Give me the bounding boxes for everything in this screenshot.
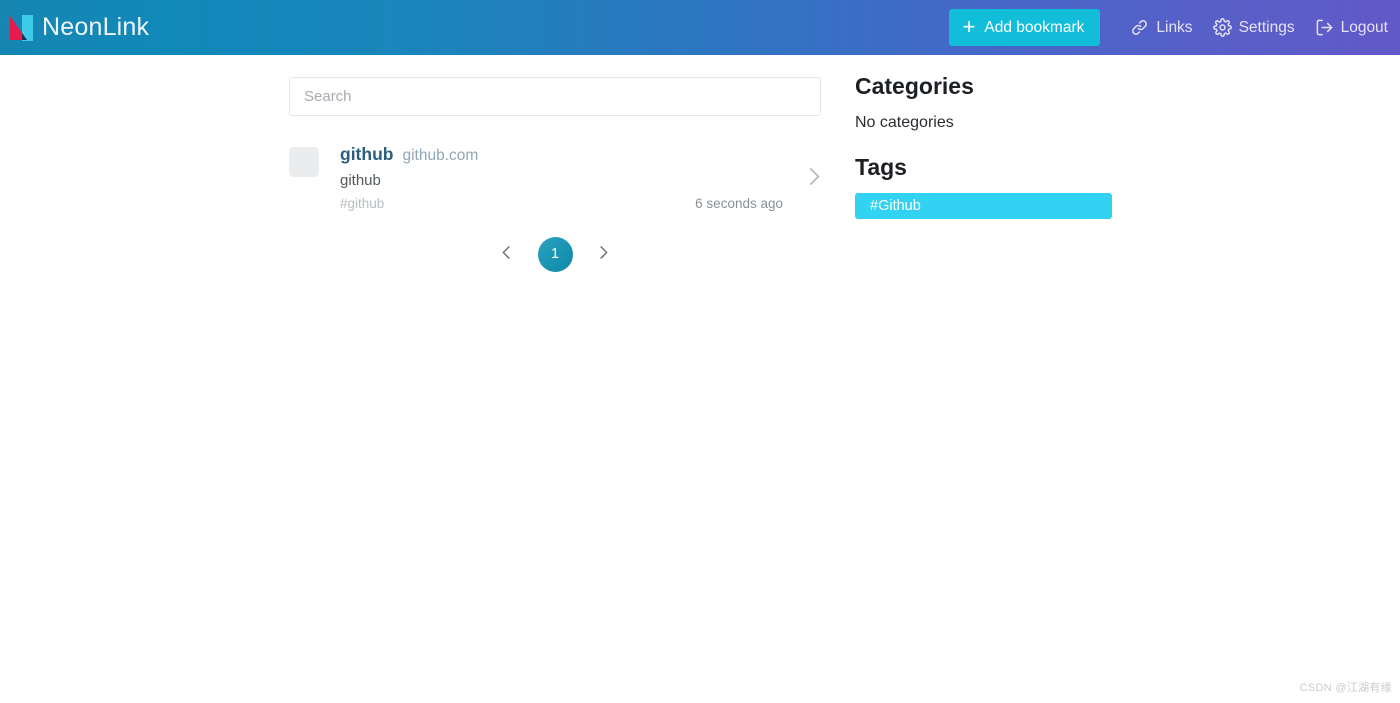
bookmark-timestamp: 6 seconds ago <box>695 196 783 211</box>
logout-icon <box>1315 18 1334 37</box>
bookmark-thumbnail <box>289 147 319 177</box>
brand-name: NeonLink <box>42 15 149 40</box>
tags-heading: Tags <box>855 154 1155 182</box>
nav-item-settings[interactable]: Settings <box>1203 0 1305 55</box>
chevron-right-icon <box>594 243 613 265</box>
bookmark-tags[interactable]: #github <box>340 196 384 211</box>
link-chain-icon <box>1130 18 1149 37</box>
nav-item-logout[interactable]: Logout <box>1305 0 1398 55</box>
bookmarks-column: github github.com github #github 6 secon… <box>0 55 820 272</box>
brand-logo-link[interactable]: NeonLink <box>8 0 149 55</box>
bookmark-footer: #github 6 seconds ago <box>340 196 821 211</box>
bookmark-title[interactable]: github <box>340 144 393 164</box>
bookmark-row[interactable]: github github.com github #github 6 secon… <box>289 138 821 221</box>
nav-item-links[interactable]: Links <box>1120 0 1202 55</box>
bookmark-list: github github.com github #github 6 secon… <box>289 138 821 221</box>
nav-item-links-label: Links <box>1156 19 1192 37</box>
pagination-prev-button[interactable] <box>494 241 520 267</box>
nav-item-settings-label: Settings <box>1239 19 1295 37</box>
sidebar: Categories No categories Tags #Github <box>855 55 1155 219</box>
search-input[interactable] <box>289 77 821 116</box>
pagination-page-1[interactable]: 1 <box>538 237 573 272</box>
chevron-right-icon[interactable] <box>801 164 827 195</box>
categories-heading: Categories <box>855 73 1155 101</box>
chevron-left-icon <box>497 243 516 265</box>
page-body: github github.com github #github 6 secon… <box>0 55 1400 703</box>
categories-empty-text: No categories <box>855 113 1155 132</box>
watermark: CSDN @江湖有缘 <box>1300 679 1392 695</box>
neonlink-logo-icon <box>8 13 35 43</box>
pagination-next-button[interactable] <box>591 241 617 267</box>
add-bookmark-button[interactable]: + Add bookmark <box>949 9 1101 46</box>
header-nav: + Add bookmark Links Settings <box>949 0 1400 55</box>
pagination: 1 <box>289 237 821 272</box>
bookmark-body: github github.com github #github 6 secon… <box>319 144 821 211</box>
bookmark-url[interactable]: github.com <box>402 147 478 165</box>
app-header: NeonLink + Add bookmark Links Set <box>0 0 1400 55</box>
tag-chip-github[interactable]: #Github <box>855 193 1112 219</box>
nav-item-logout-label: Logout <box>1341 19 1388 37</box>
bookmark-description: github <box>340 172 821 190</box>
gear-icon <box>1213 18 1232 37</box>
bookmark-title-line: github github.com <box>340 144 821 165</box>
add-bookmark-label: Add bookmark <box>984 19 1084 37</box>
